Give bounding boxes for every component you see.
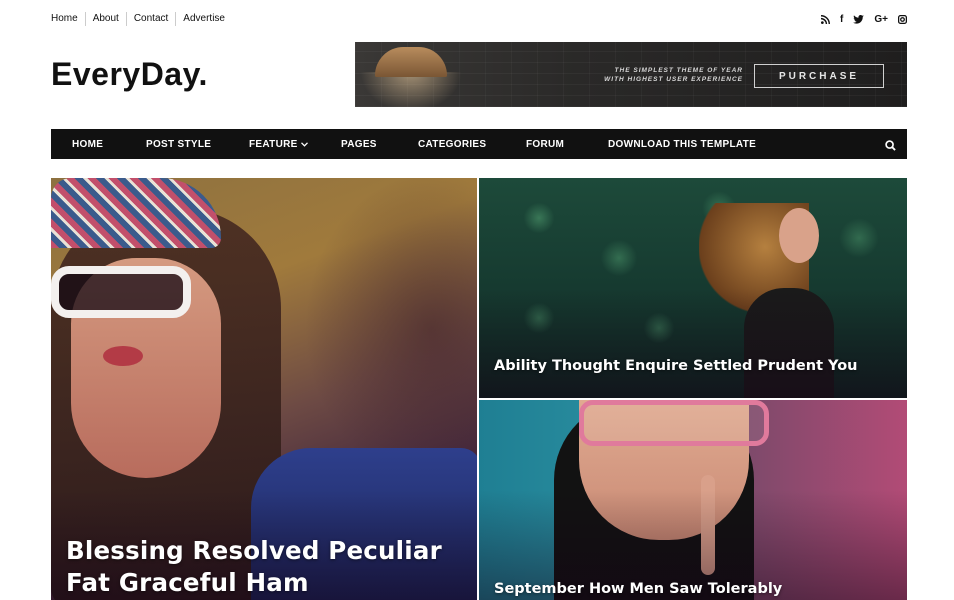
post-title[interactable]: September How Men Saw Tolerably	[494, 581, 782, 597]
chevron-down-icon	[300, 139, 308, 150]
social-links: f G+	[821, 12, 907, 26]
banner-tagline: THE SIMPLEST THEME OF YEAR WITH HIGHEST …	[593, 66, 743, 84]
post-image-lips	[103, 346, 143, 366]
post-image-face	[779, 208, 819, 263]
post-image-bandana	[51, 178, 221, 248]
main-nav: HOME POST STYLE FEATURE PAGES CATEGORIES…	[51, 129, 907, 159]
nav-label: PAGES	[341, 138, 377, 150]
rss-icon[interactable]	[821, 12, 831, 26]
twitter-icon[interactable]	[853, 12, 865, 26]
top-bar: Home About Contact Advertise f G+	[51, 12, 907, 28]
nav-label: POST STYLE	[146, 138, 212, 150]
post-image-sunglasses	[51, 266, 191, 318]
top-link-contact[interactable]: Contact	[125, 12, 175, 26]
featured-post-top-right[interactable]: Ability Thought Enquire Settled Prudent …	[479, 178, 907, 398]
nav-item-pages[interactable]: PAGES	[341, 129, 377, 159]
nav-item-forum[interactable]: FORUM	[526, 129, 564, 159]
post-image-glasses	[579, 400, 769, 446]
banner-tagline-line2: WITH HIGHEST USER EXPERIENCE	[604, 76, 743, 83]
top-link-home[interactable]: Home	[51, 12, 85, 26]
top-link-about[interactable]: About	[84, 12, 126, 26]
instagram-icon[interactable]	[898, 12, 907, 26]
google-plus-icon[interactable]: G+	[874, 12, 888, 26]
nav-label: DOWNLOAD THIS TEMPLATE	[608, 138, 757, 150]
post-title[interactable]: Ability Thought Enquire Settled Prudent …	[494, 358, 858, 374]
featured-post-bottom-right[interactable]: September How Men Saw Tolerably	[479, 400, 907, 600]
purchase-button[interactable]: PURCHASE	[754, 64, 884, 88]
nav-item-categories[interactable]: CATEGORIES	[418, 129, 486, 159]
nav-label: FORUM	[526, 138, 565, 150]
top-links: Home About Contact Advertise	[51, 12, 232, 26]
nav-item-download-template[interactable]: DOWNLOAD THIS TEMPLATE	[608, 129, 756, 159]
image-overlay	[479, 288, 907, 398]
top-link-advertise[interactable]: Advertise	[175, 12, 232, 26]
post-title[interactable]: Blessing Resolved Peculiar Fat Graceful …	[66, 535, 466, 599]
nav-label: HOME	[72, 138, 104, 150]
search-icon[interactable]	[885, 138, 896, 156]
facebook-icon[interactable]: f	[840, 12, 843, 26]
lamp-glow	[360, 72, 462, 107]
nav-label: FEATURE	[249, 138, 298, 150]
site-logo[interactable]: EveryDay.	[51, 56, 208, 93]
featured-post-large[interactable]: Blessing Resolved Peculiar Fat Graceful …	[51, 178, 477, 600]
nav-item-feature[interactable]: FEATURE	[249, 129, 308, 159]
nav-item-home[interactable]: HOME	[72, 129, 103, 159]
lamp-image	[375, 47, 447, 77]
nav-item-post-style[interactable]: POST STYLE	[146, 129, 211, 159]
banner-tagline-line1: THE SIMPLEST THEME OF YEAR	[614, 67, 743, 74]
nav-label: CATEGORIES	[418, 138, 487, 150]
banner-ad[interactable]: THE SIMPLEST THEME OF YEAR WITH HIGHEST …	[355, 42, 907, 107]
